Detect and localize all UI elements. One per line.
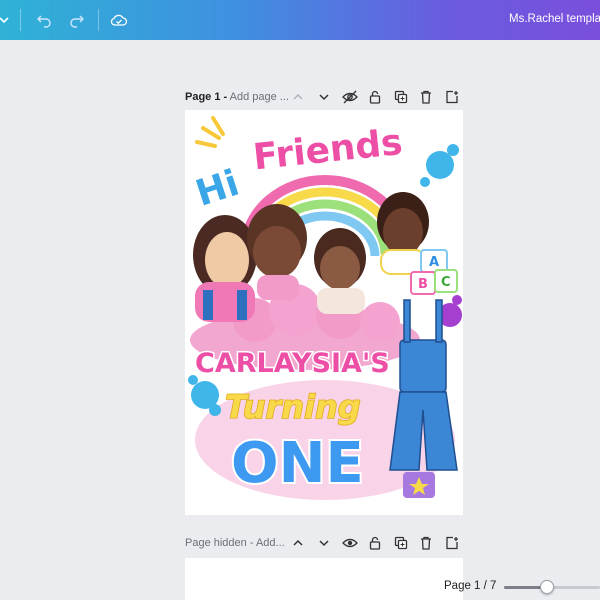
page-number-label: Page hidden - xyxy=(185,537,254,549)
duplicate-icon xyxy=(394,536,408,550)
zoom-slider-thumb[interactable] xyxy=(540,580,555,594)
undo-icon xyxy=(37,15,51,28)
document-title[interactable]: Ms.Rachel templat xyxy=(509,13,600,25)
redo-icon xyxy=(70,15,84,28)
baby-photo-2 xyxy=(314,228,366,314)
friends-text: Friends xyxy=(251,122,404,178)
menu-chevron-button[interactable] xyxy=(0,0,16,40)
chevron-up-icon xyxy=(293,539,303,546)
trash-icon xyxy=(421,90,431,104)
page-2-canvas[interactable] xyxy=(185,558,463,600)
page-1-title-field[interactable]: Page 1 - Add page ... xyxy=(185,91,289,103)
cloud-save-button[interactable] xyxy=(107,0,131,40)
lock-open-icon xyxy=(369,90,381,104)
flyer-artwork: Hi Friends CARLAYSIA'S Turning ONE A B C xyxy=(188,116,462,500)
baby-photo-1 xyxy=(247,204,307,300)
move-page-up-button[interactable] xyxy=(289,534,307,552)
add-page-button[interactable] xyxy=(443,88,461,106)
toolbar-divider xyxy=(20,9,21,31)
woman-avatar xyxy=(193,215,257,322)
move-page-down-button[interactable] xyxy=(315,534,333,552)
page-1-header: Page 1 - Add page ... xyxy=(185,85,465,109)
add-page-icon xyxy=(446,90,458,104)
toolbar-divider xyxy=(98,9,99,31)
age-text: ONE xyxy=(231,431,364,496)
chevron-down-icon xyxy=(0,17,9,24)
hi-text: Hi xyxy=(191,163,244,215)
chevron-down-icon xyxy=(319,94,329,101)
block-letter-c: C xyxy=(441,275,451,290)
page-title-placeholder[interactable]: Add page ... xyxy=(230,91,289,103)
eye-icon xyxy=(342,538,358,548)
block-letter-a: A xyxy=(429,255,439,270)
duplicate-page-button[interactable] xyxy=(392,534,410,552)
block-letter-b: B xyxy=(418,277,428,292)
show-page-button[interactable] xyxy=(341,534,359,552)
page-2-header: Page hidden - Add... xyxy=(185,531,465,555)
move-page-up-button[interactable] xyxy=(289,88,307,106)
name-text: CARLAYSIA'S xyxy=(195,348,390,379)
eye-off-icon xyxy=(342,90,358,104)
chevron-down-icon xyxy=(319,540,329,547)
duplicate-icon xyxy=(394,90,408,104)
delete-page-button[interactable] xyxy=(417,88,435,106)
lock-page-button[interactable] xyxy=(366,534,384,552)
page-title-placeholder[interactable]: Add... xyxy=(256,537,285,549)
add-page-icon xyxy=(446,536,458,550)
lock-page-button[interactable] xyxy=(366,88,384,106)
page-1-canvas[interactable]: Hi Friends CARLAYSIA'S Turning ONE A B C xyxy=(185,110,463,515)
delete-page-button[interactable] xyxy=(417,534,435,552)
add-page-button[interactable] xyxy=(443,534,461,552)
lock-open-icon xyxy=(369,536,381,550)
top-bar: Ms.Rachel templat xyxy=(0,0,600,40)
move-page-down-button[interactable] xyxy=(315,88,333,106)
trash-icon xyxy=(421,536,431,550)
star-box xyxy=(403,472,435,498)
page-number-label: Page 1 - xyxy=(185,91,228,103)
undo-button[interactable] xyxy=(32,0,56,40)
chevron-up-icon xyxy=(293,93,303,100)
page-counter[interactable]: Page 1 / 7 xyxy=(444,580,496,592)
redo-button[interactable] xyxy=(65,0,89,40)
cloud-saved-icon xyxy=(110,14,128,26)
page-2-title-field[interactable]: Page hidden - Add... xyxy=(185,537,285,549)
turning-text: Turning xyxy=(225,388,361,426)
hide-page-button[interactable] xyxy=(341,88,359,106)
duplicate-page-button[interactable] xyxy=(392,88,410,106)
